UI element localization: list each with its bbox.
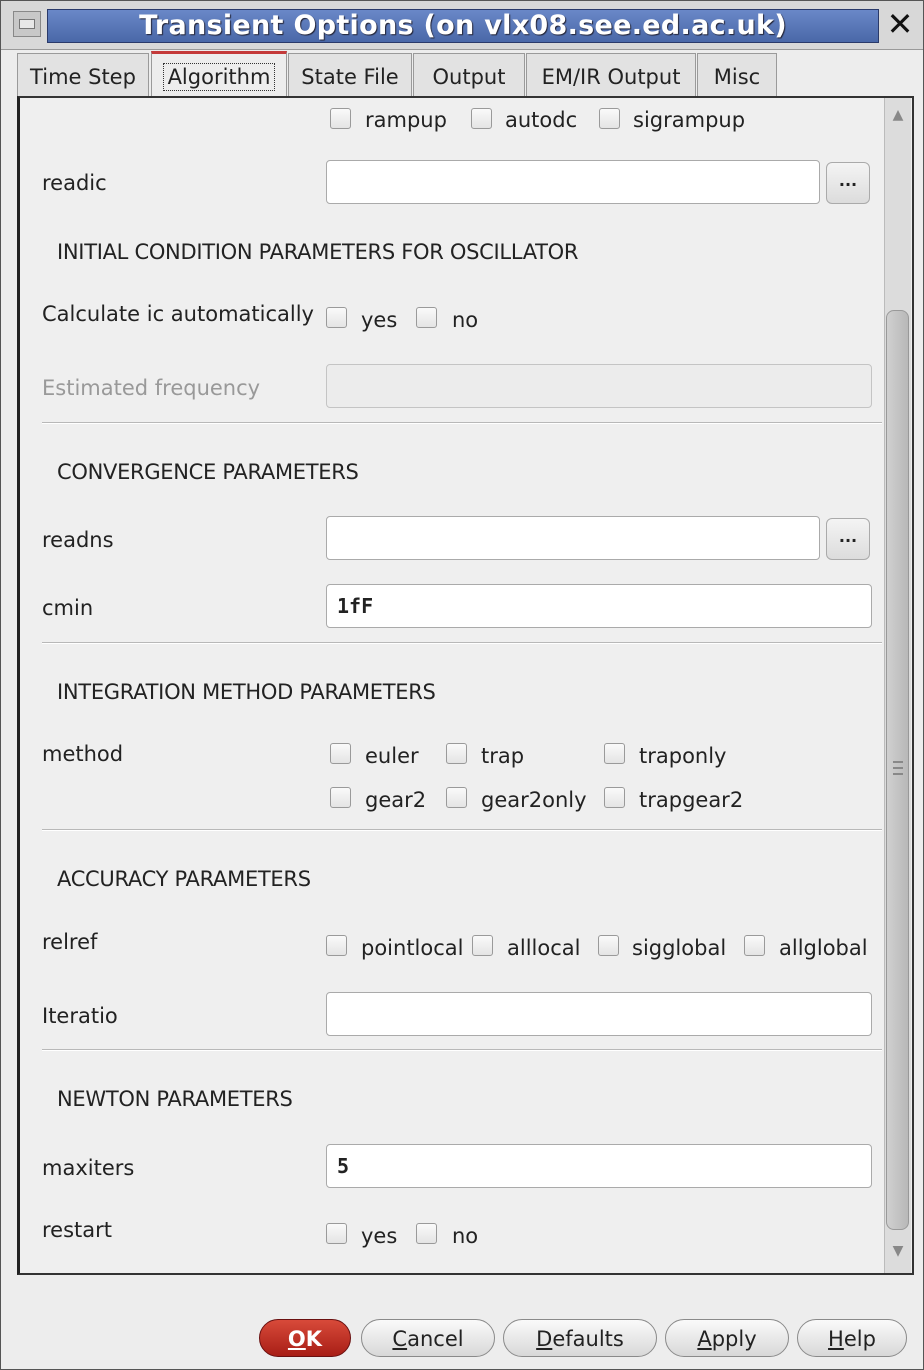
apply-label: pply [711,1327,757,1351]
cancel-label: ancel [407,1327,464,1351]
calc-ic-no-checkbox[interactable] [416,307,437,328]
scrollbar-thumb[interactable] [886,310,909,1230]
help-label: elp [843,1327,876,1351]
estimated-frequency-field [326,364,872,408]
restart-yes-checkbox[interactable] [326,1223,347,1244]
method-gear2-checkbox[interactable] [330,787,351,808]
maxiters-label: maxiters [42,1156,135,1180]
readns-field[interactable] [326,516,820,560]
calc-ic-label: Calculate ic automatically [42,302,314,326]
defaults-mnemonic: D [536,1327,553,1351]
relref-alllocal-label: alllocal [507,936,581,960]
integration-section-heading: INTEGRATION METHOD PARAMETERS [57,680,436,704]
divider [42,1049,882,1051]
relref-sigglobal-checkbox[interactable] [598,935,619,956]
tab-misc[interactable]: Misc [697,53,777,96]
defaults-button[interactable]: Defaults [503,1319,657,1357]
rampup-label: rampup [365,108,447,132]
relref-allglobal-checkbox[interactable] [744,935,765,956]
window-title: Transient Options (on vlx08.see.ed.ac.uk… [47,9,879,43]
defaults-label: efaults [552,1327,624,1351]
sigrampup-label: sigrampup [633,108,746,132]
method-euler-label: euler [365,744,419,768]
relref-pointlocal-checkbox[interactable] [326,935,347,956]
readic-label: readic [42,171,107,195]
relref-label: relref [42,930,98,954]
algorithm-panel: rampup autodc sigrampup readic ... INITI… [17,96,914,1275]
scroll-up-icon[interactable]: ▲ [888,104,908,126]
ok-mnemonic: O [287,1327,306,1351]
tab-state-file[interactable]: State File [288,53,412,96]
cancel-mnemonic: C [392,1327,408,1351]
help-button[interactable]: Help [797,1319,907,1357]
restart-yes-label: yes [361,1224,398,1248]
calc-ic-no-label: no [452,308,479,332]
restart-no-label: no [452,1224,479,1248]
cancel-button[interactable]: Cancel [361,1319,495,1357]
divider [42,829,882,831]
restart-label: restart [42,1218,113,1242]
iteratio-field[interactable] [326,992,872,1036]
help-mnemonic: H [828,1327,844,1351]
convergence-section-heading: CONVERGENCE PARAMETERS [57,460,359,484]
readic-browse-button[interactable]: ... [826,162,870,204]
accuracy-section-heading: ACCURACY PARAMETERS [57,867,311,891]
method-gear2-label: gear2 [365,788,427,812]
method-label: method [42,742,124,766]
maxiters-field[interactable]: 5 [326,1144,872,1188]
relref-pointlocal-label: pointlocal [361,936,464,960]
apply-mnemonic: A [697,1327,712,1351]
grip-icon [893,761,903,775]
apply-button[interactable]: Apply [665,1319,789,1357]
ok-label: K [305,1327,323,1351]
tab-time-step[interactable]: Time Step [17,53,149,96]
readns-label: readns [42,528,114,552]
relref-sigglobal-label: sigglobal [632,936,727,960]
calc-ic-yes-label: yes [361,308,398,332]
method-gear2only-label: gear2only [481,788,587,812]
iteratio-label: Iteratio [42,1004,118,1028]
method-traponly-label: traponly [639,744,727,768]
calc-ic-yes-checkbox[interactable] [326,307,347,328]
cmin-field[interactable]: 1fF [326,584,872,628]
ok-button[interactable]: OK [259,1319,351,1357]
estimated-frequency-label: Estimated frequency [42,376,261,400]
scroll-down-icon[interactable]: ▼ [888,1240,908,1262]
method-trapgear2-checkbox[interactable] [604,787,625,808]
window-menu-icon[interactable] [13,11,41,37]
rampup-checkbox[interactable] [330,108,351,129]
oscillator-section-heading: INITIAL CONDITION PARAMETERS FOR OSCILLA… [57,240,579,264]
tab-algorithm[interactable]: Algorithm [151,51,287,100]
newton-section-heading: NEWTON PARAMETERS [57,1087,293,1111]
vertical-scrollbar[interactable]: ▲ ▼ [884,98,911,1273]
divider [42,422,882,424]
transient-options-dialog: Transient Options (on vlx08.see.ed.ac.uk… [0,0,924,1370]
autodc-checkbox[interactable] [471,108,492,129]
tab-output[interactable]: Output [413,53,525,96]
relref-allglobal-label: allglobal [779,936,868,960]
restart-no-checkbox[interactable] [416,1223,437,1244]
divider [42,642,882,644]
autodc-label: autodc [505,108,578,132]
sigrampup-checkbox[interactable] [599,108,620,129]
close-icon[interactable]: ✕ [885,7,915,41]
method-gear2only-checkbox[interactable] [446,787,467,808]
tab-algorithm-label: Algorithm [162,63,276,91]
method-trap-label: trap [481,744,525,768]
title-bar: Transient Options (on vlx08.see.ed.ac.uk… [1,1,923,50]
method-trap-checkbox[interactable] [446,743,467,764]
method-euler-checkbox[interactable] [330,743,351,764]
cmin-label: cmin [42,596,94,620]
tab-em-ir-output[interactable]: EM/IR Output [526,53,696,96]
relref-alllocal-checkbox[interactable] [472,935,493,956]
method-trapgear2-label: trapgear2 [639,788,744,812]
method-traponly-checkbox[interactable] [604,743,625,764]
readns-browse-button[interactable]: ... [826,518,870,560]
readic-field[interactable] [326,160,820,204]
